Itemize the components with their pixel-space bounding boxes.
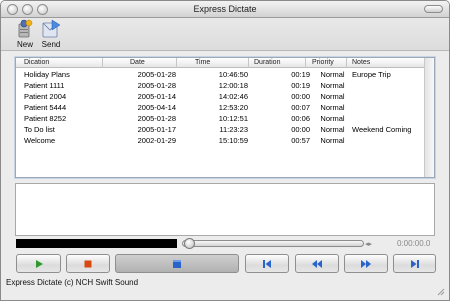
cell-priority: Normal [320, 125, 345, 134]
cell-dication: Welcome [24, 136, 56, 145]
cell-duration: 00:07 [291, 103, 310, 112]
cell-priority: Normal [320, 70, 345, 79]
cell-priority: Normal [320, 92, 345, 101]
table-row[interactable]: Patient 2004 2005-01-14 14:02:46 00:00 N… [16, 91, 424, 102]
cell-duration: 00:19 [291, 70, 310, 79]
table-row[interactable]: Patient 1111 2005-01-28 12:00:18 00:19 N… [16, 80, 424, 91]
cell-notes: Weekend Coming [352, 125, 412, 134]
app-window: Express Dictate New Send Dication Date T… [0, 0, 450, 301]
cell-duration: 00:00 [291, 92, 310, 101]
table-row[interactable]: Patient 5444 2005-04-14 12:53:20 00:07 N… [16, 102, 424, 113]
cell-time: 10:46:50 [218, 70, 248, 79]
slider-arrows-icon[interactable]: ◂▸ [365, 240, 372, 248]
column-header-notes[interactable]: Notes [352, 59, 370, 66]
record-button[interactable] [115, 254, 239, 273]
stop-button[interactable] [66, 254, 110, 273]
toolbar-toggle-button[interactable] [424, 5, 443, 13]
table-header: Dication Date Time Duration Priority Not… [16, 58, 424, 68]
fast-forward-icon [361, 259, 371, 268]
cell-duration: 00:57 [291, 136, 310, 145]
cell-duration: 00:19 [291, 81, 310, 90]
table-scrollbar[interactable] [424, 58, 434, 177]
table-row[interactable]: To Do list 2005-01-17 11:23:23 00:00 Nor… [16, 124, 424, 135]
cell-date: 2002-01-29 [137, 136, 176, 145]
column-divider[interactable] [102, 58, 103, 68]
column-divider[interactable] [305, 58, 306, 68]
cell-time: 14:02:46 [218, 92, 248, 101]
rewind-button[interactable] [295, 254, 339, 273]
cell-date: 2005-01-28 [137, 114, 176, 123]
cell-time: 12:00:18 [218, 81, 248, 90]
status-text: Express Dictate (c) NCH Swift Sound [6, 278, 139, 287]
column-header-priority[interactable]: Priority [312, 59, 334, 66]
cell-date: 2005-04-14 [137, 103, 176, 112]
stop-icon [84, 260, 92, 267]
skip-to-start-icon [263, 259, 271, 268]
time-readout: 0:00:00.0 [397, 239, 431, 248]
table-row[interactable]: Welcome 2002-01-29 15:10:59 00:57 Normal [16, 135, 424, 146]
fast-forward-button[interactable] [344, 254, 388, 273]
cell-dication: Patient 8252 [24, 114, 67, 123]
cell-dication: To Do list [24, 125, 55, 134]
record-icon [173, 259, 181, 268]
column-header-date[interactable]: Date [130, 59, 145, 66]
send-dictation-icon [42, 19, 61, 38]
column-divider[interactable] [176, 58, 177, 68]
rewind-icon [312, 259, 322, 268]
column-divider[interactable] [346, 58, 347, 68]
waveform-display [16, 239, 177, 248]
cell-notes: Europe Trip [352, 70, 391, 79]
play-button[interactable] [16, 254, 61, 273]
cell-dication: Holiday Plans [24, 70, 70, 79]
send-button-label: Send [41, 40, 61, 49]
skip-to-start-button[interactable] [245, 254, 289, 273]
window-title: Express Dictate [193, 4, 257, 14]
cell-date: 2005-01-28 [137, 70, 176, 79]
position-slider[interactable] [182, 238, 364, 249]
notes-area[interactable] [15, 183, 435, 236]
cell-duration: 00:06 [291, 114, 310, 123]
column-header-duration[interactable]: Duration [254, 59, 280, 66]
title-bar[interactable]: Express Dictate [1, 1, 449, 18]
position-slider-thumb[interactable] [184, 238, 195, 249]
send-button[interactable]: Send [39, 19, 63, 49]
cell-time: 12:53:20 [218, 103, 248, 112]
table-row[interactable]: Holiday Plans 2005-01-28 10:46:50 00:19 … [16, 69, 424, 80]
cell-time: 10:12:51 [218, 114, 248, 123]
new-button[interactable]: New [13, 19, 37, 49]
toolbar: New Send [1, 18, 449, 51]
cell-date: 2005-01-28 [137, 81, 176, 90]
play-icon [35, 259, 43, 268]
cell-time: 11:23:23 [219, 125, 248, 134]
column-header-time[interactable]: Time [195, 59, 210, 66]
cell-priority: Normal [320, 103, 345, 112]
cell-dication: Patient 1111 [24, 81, 65, 90]
cell-priority: Normal [320, 114, 345, 123]
cell-time: 15:10:59 [218, 136, 248, 145]
skip-to-end-button[interactable] [393, 254, 436, 273]
cell-dication: Patient 5444 [24, 103, 67, 112]
column-header-dication[interactable]: Dication [24, 59, 49, 66]
new-button-label: New [16, 40, 33, 49]
cell-date: 2005-01-17 [137, 125, 176, 134]
skip-to-end-icon [410, 259, 419, 268]
table-row[interactable]: Patient 8252 2005-01-28 10:12:51 00:06 N… [16, 113, 424, 124]
new-dictation-icon [18, 19, 33, 38]
cell-dication: Patient 2004 [24, 92, 67, 101]
cell-duration: 00:00 [291, 125, 310, 134]
resize-grip-icon[interactable] [436, 287, 445, 296]
cell-priority: Normal [320, 136, 345, 145]
cell-date: 2005-01-14 [137, 92, 176, 101]
cell-priority: Normal [320, 81, 345, 90]
dictation-table: Dication Date Time Duration Priority Not… [15, 57, 435, 178]
column-divider[interactable] [248, 58, 249, 68]
